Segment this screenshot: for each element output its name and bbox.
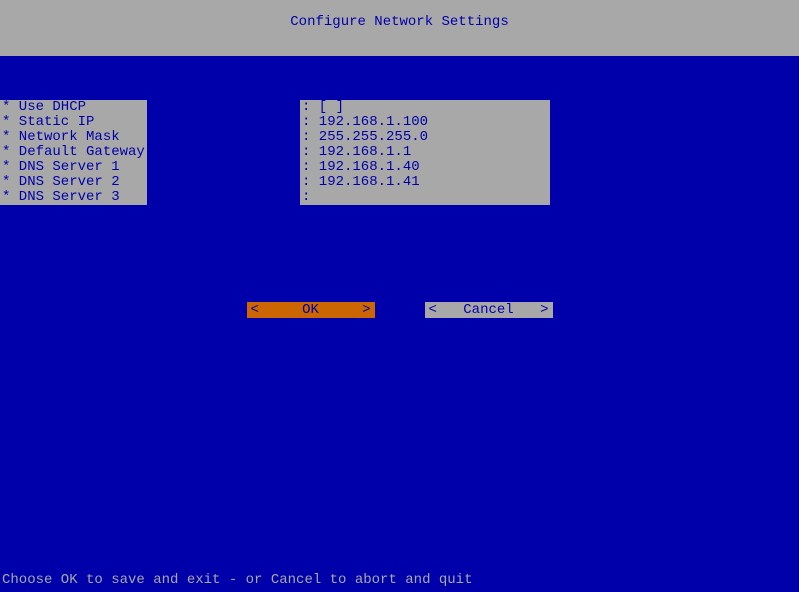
field-label-dns1[interactable]: * DNS Server 1 (0, 160, 147, 175)
values-column: : [ ] : 192.168.1.100 : 255.255.255.0 : … (300, 100, 550, 205)
field-value-dns3[interactable]: : (300, 190, 550, 205)
field-value-dns2[interactable]: : 192.168.1.41 (300, 175, 550, 190)
cancel-button-label: Cancel (437, 302, 540, 318)
page-title: Configure Network Settings (290, 14, 508, 30)
field-label-dns3[interactable]: * DNS Server 3 (0, 190, 147, 205)
field-value-dns1[interactable]: : 192.168.1.40 (300, 160, 550, 175)
bracket-left-icon: < (251, 302, 259, 318)
field-label-dns2[interactable]: * DNS Server 2 (0, 175, 147, 190)
field-label-use-dhcp[interactable]: * Use DHCP (0, 100, 147, 115)
ok-button-label: OK (259, 302, 362, 318)
titlebar: Configure Network Settings (0, 0, 799, 56)
field-label-default-gateway[interactable]: * Default Gateway (0, 145, 147, 160)
footer-hint: Choose OK to save and exit - or Cancel t… (2, 572, 472, 588)
field-value-default-gateway[interactable]: : 192.168.1.1 (300, 145, 550, 160)
field-value-network-mask[interactable]: : 255.255.255.0 (300, 130, 550, 145)
bracket-right-icon: > (540, 302, 548, 318)
bracket-left-icon: < (429, 302, 437, 318)
field-label-network-mask[interactable]: * Network Mask (0, 130, 147, 145)
ok-button[interactable]: < OK > (247, 302, 375, 318)
field-value-use-dhcp[interactable]: : [ ] (300, 100, 550, 115)
field-value-static-ip[interactable]: : 192.168.1.100 (300, 115, 550, 130)
content-area: * Use DHCP * Static IP * Network Mask * … (0, 64, 799, 572)
bracket-right-icon: > (362, 302, 370, 318)
labels-column: * Use DHCP * Static IP * Network Mask * … (0, 100, 147, 205)
field-label-static-ip[interactable]: * Static IP (0, 115, 147, 130)
button-row: < OK > < Cancel > (0, 302, 799, 318)
cancel-button[interactable]: < Cancel > (425, 302, 553, 318)
